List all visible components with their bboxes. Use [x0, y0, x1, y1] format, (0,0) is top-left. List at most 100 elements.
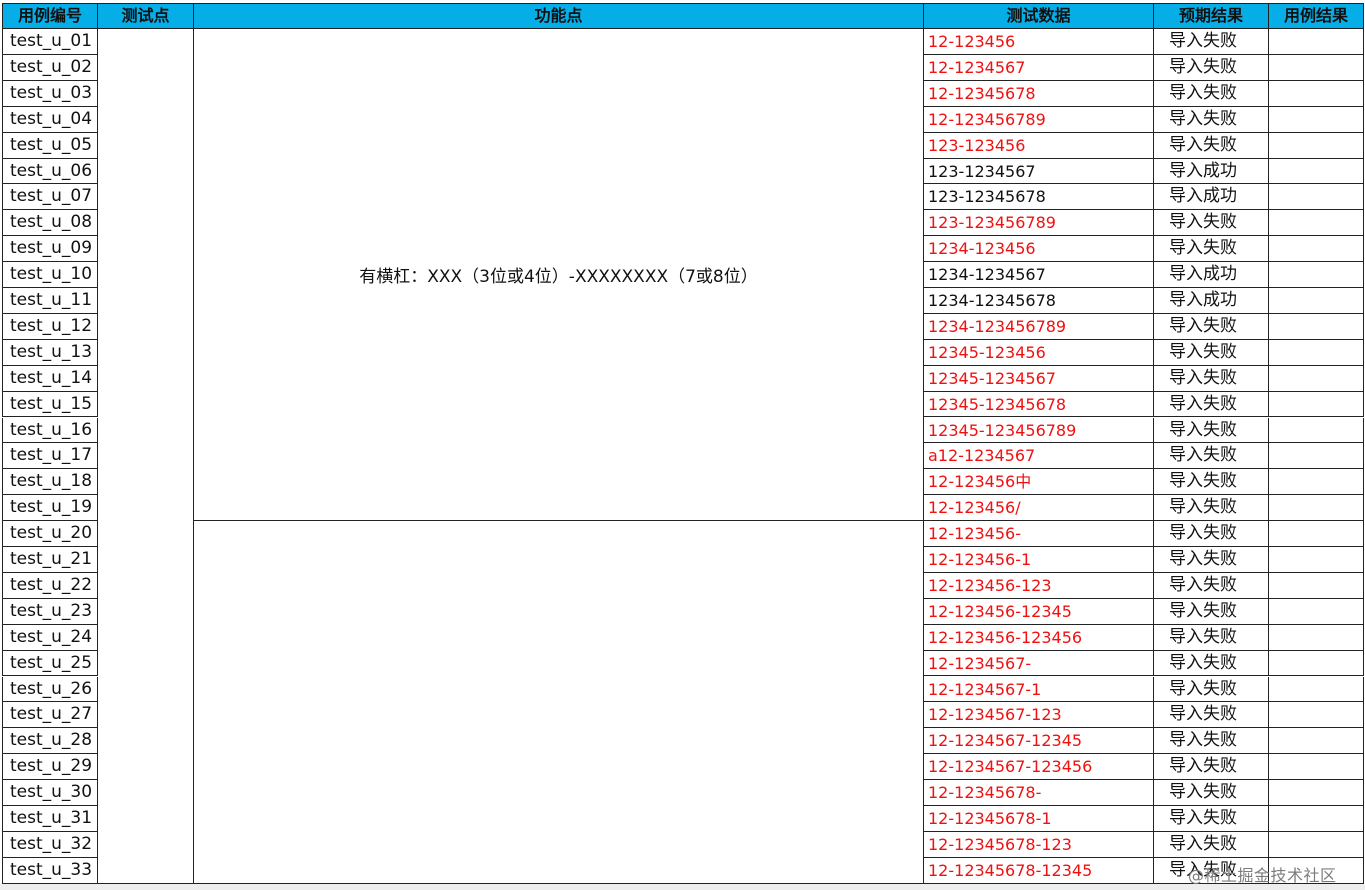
test-point-merged-cell[interactable] — [98, 29, 194, 884]
expected-result-cell[interactable]: 导入失败 — [1154, 495, 1269, 521]
header-case-id[interactable]: 用例编号 — [2, 3, 98, 29]
test-data-cell[interactable]: 12-123456中 — [924, 469, 1154, 495]
case-id-cell[interactable]: test_u_03 — [2, 81, 98, 107]
case-id-cell[interactable]: test_u_06 — [2, 159, 98, 184]
actual-result-cell[interactable] — [1269, 210, 1364, 236]
expected-result-cell[interactable]: 导入失败 — [1154, 210, 1269, 236]
feature-point-cell[interactable] — [194, 521, 924, 884]
header-feature-point[interactable]: 功能点 — [194, 3, 924, 29]
expected-result-cell[interactable]: 导入失败 — [1154, 340, 1269, 366]
actual-result-cell[interactable] — [1269, 443, 1364, 469]
expected-result-cell[interactable]: 导入失败 — [1154, 469, 1269, 495]
test-data-cell[interactable]: 123-123456789 — [924, 210, 1154, 236]
expected-result-cell[interactable]: 导入成功 — [1154, 262, 1269, 288]
case-id-cell[interactable]: test_u_19 — [2, 495, 98, 521]
test-data-cell[interactable]: 12-12345678-1 — [924, 806, 1154, 832]
test-data-cell[interactable]: 12-123456-123 — [924, 573, 1154, 599]
expected-result-cell[interactable]: 导入失败 — [1154, 754, 1269, 780]
test-data-cell[interactable]: 123-123456 — [924, 133, 1154, 159]
actual-result-cell[interactable] — [1269, 806, 1364, 832]
test-data-cell[interactable]: 12345-1234567 — [924, 366, 1154, 392]
case-id-cell[interactable]: test_u_15 — [2, 392, 98, 417]
actual-result-cell[interactable] — [1269, 392, 1364, 417]
actual-result-cell[interactable] — [1269, 418, 1364, 443]
test-data-cell[interactable]: 12-12345678-123 — [924, 832, 1154, 858]
case-id-cell[interactable]: test_u_25 — [2, 651, 98, 676]
case-id-cell[interactable]: test_u_09 — [2, 236, 98, 262]
case-id-cell[interactable]: test_u_02 — [2, 55, 98, 81]
expected-result-cell[interactable]: 导入成功 — [1154, 288, 1269, 314]
case-id-cell[interactable]: test_u_22 — [2, 573, 98, 599]
case-id-cell[interactable]: test_u_01 — [2, 29, 98, 55]
case-id-cell[interactable]: test_u_33 — [2, 858, 98, 884]
expected-result-cell[interactable]: 导入成功 — [1154, 159, 1269, 184]
actual-result-cell[interactable] — [1269, 832, 1364, 858]
expected-result-cell[interactable]: 导入失败 — [1154, 702, 1269, 728]
case-id-cell[interactable]: test_u_17 — [2, 443, 98, 469]
actual-result-cell[interactable] — [1269, 599, 1364, 625]
actual-result-cell[interactable] — [1269, 262, 1364, 288]
feature-point-cell[interactable]: 有横杠：XXX（3位或4位）-XXXXXXXX（7或8位） — [194, 29, 924, 521]
test-data-cell[interactable]: 12-12345678-12345 — [924, 858, 1154, 884]
case-id-cell[interactable]: test_u_31 — [2, 806, 98, 832]
case-id-cell[interactable]: test_u_05 — [2, 133, 98, 159]
case-id-cell[interactable]: test_u_12 — [2, 314, 98, 340]
test-data-cell[interactable]: 1234-123456789 — [924, 314, 1154, 340]
expected-result-cell[interactable]: 导入失败 — [1154, 599, 1269, 625]
expected-result-cell[interactable]: 导入失败 — [1154, 547, 1269, 573]
expected-result-cell[interactable]: 导入失败 — [1154, 55, 1269, 81]
actual-result-cell[interactable] — [1269, 780, 1364, 806]
actual-result-cell[interactable] — [1269, 55, 1364, 81]
actual-result-cell[interactable] — [1269, 547, 1364, 573]
case-id-cell[interactable]: test_u_26 — [2, 677, 98, 702]
actual-result-cell[interactable] — [1269, 469, 1364, 495]
test-data-cell[interactable]: 12-1234567-1 — [924, 677, 1154, 702]
test-data-cell[interactable]: 12-1234567 — [924, 55, 1154, 81]
expected-result-cell[interactable]: 导入失败 — [1154, 521, 1269, 547]
expected-result-cell[interactable]: 导入失败 — [1154, 392, 1269, 417]
test-data-cell[interactable]: 12-123456-1 — [924, 547, 1154, 573]
header-test-data[interactable]: 测试数据 — [924, 3, 1154, 29]
expected-result-cell[interactable]: 导入失败 — [1154, 29, 1269, 55]
case-id-cell[interactable]: test_u_23 — [2, 599, 98, 625]
case-id-cell[interactable]: test_u_28 — [2, 728, 98, 754]
expected-result-cell[interactable]: 导入失败 — [1154, 677, 1269, 702]
case-id-cell[interactable]: test_u_32 — [2, 832, 98, 858]
case-id-cell[interactable]: test_u_04 — [2, 107, 98, 133]
test-data-cell[interactable]: 12-123456/ — [924, 495, 1154, 521]
test-data-cell[interactable]: 1234-12345678 — [924, 288, 1154, 314]
header-expected-result[interactable]: 预期结果 — [1154, 3, 1269, 29]
expected-result-cell[interactable]: 导入失败 — [1154, 728, 1269, 754]
case-id-cell[interactable]: test_u_24 — [2, 625, 98, 651]
expected-result-cell[interactable]: 导入失败 — [1154, 314, 1269, 340]
actual-result-cell[interactable] — [1269, 81, 1364, 107]
case-id-cell[interactable]: test_u_29 — [2, 754, 98, 780]
test-data-cell[interactable]: 1234-123456 — [924, 236, 1154, 262]
test-data-cell[interactable]: 12-1234567- — [924, 651, 1154, 676]
actual-result-cell[interactable] — [1269, 702, 1364, 728]
header-actual-result[interactable]: 用例结果 — [1269, 3, 1364, 29]
test-data-cell[interactable]: 12-12345678- — [924, 780, 1154, 806]
actual-result-cell[interactable] — [1269, 184, 1364, 210]
case-id-cell[interactable]: test_u_27 — [2, 702, 98, 728]
test-data-cell[interactable]: 12345-123456 — [924, 340, 1154, 366]
case-id-cell[interactable]: test_u_21 — [2, 547, 98, 573]
header-test-point[interactable]: 测试点 — [98, 3, 194, 29]
actual-result-cell[interactable] — [1269, 366, 1364, 392]
test-data-cell[interactable]: 12-123456-123456 — [924, 625, 1154, 651]
expected-result-cell[interactable]: 导入失败 — [1154, 832, 1269, 858]
actual-result-cell[interactable] — [1269, 236, 1364, 262]
case-id-cell[interactable]: test_u_11 — [2, 288, 98, 314]
expected-result-cell[interactable]: 导入失败 — [1154, 443, 1269, 469]
test-data-cell[interactable]: 123-12345678 — [924, 184, 1154, 210]
expected-result-cell[interactable]: 导入失败 — [1154, 651, 1269, 676]
actual-result-cell[interactable] — [1269, 625, 1364, 651]
actual-result-cell[interactable] — [1269, 288, 1364, 314]
actual-result-cell[interactable] — [1269, 159, 1364, 184]
test-data-cell[interactable]: 12-123456789 — [924, 107, 1154, 133]
case-id-cell[interactable]: test_u_07 — [2, 184, 98, 210]
test-data-cell[interactable]: 12345-123456789 — [924, 418, 1154, 443]
expected-result-cell[interactable]: 导入失败 — [1154, 133, 1269, 159]
test-data-cell[interactable]: 12-123456-12345 — [924, 599, 1154, 625]
expected-result-cell[interactable]: 导入成功 — [1154, 184, 1269, 210]
